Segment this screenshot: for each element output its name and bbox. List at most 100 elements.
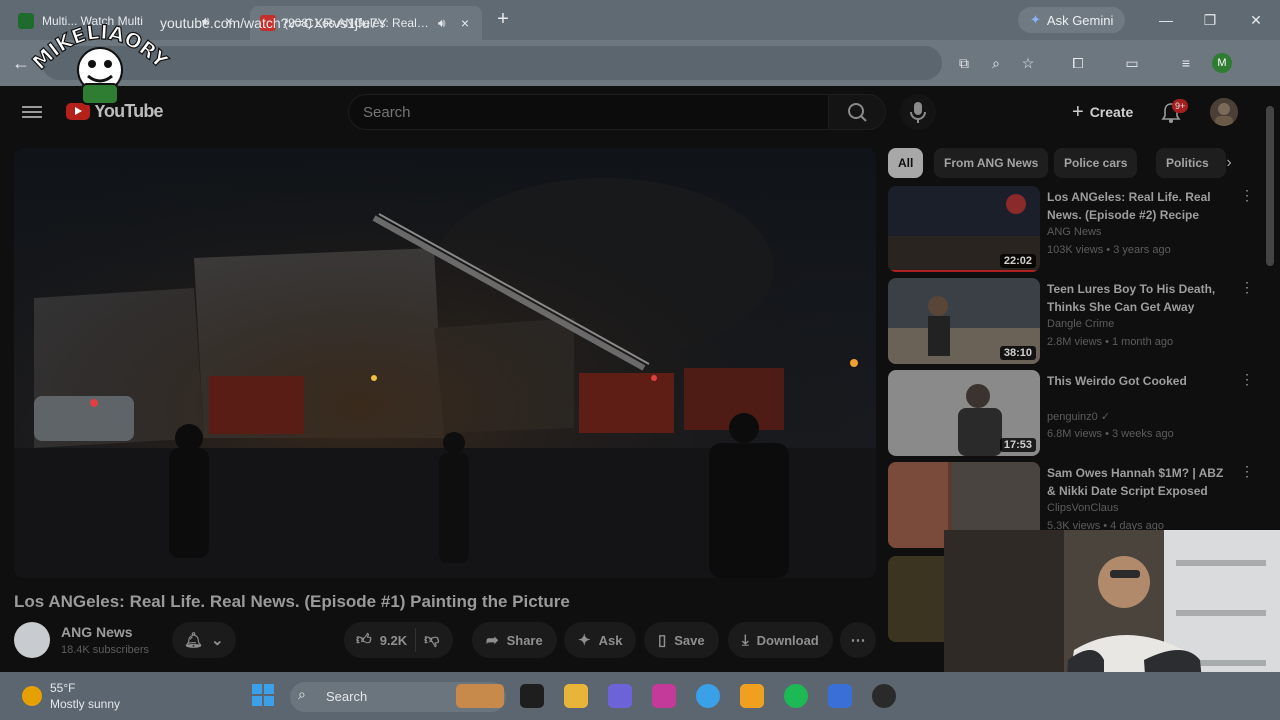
chevron-right-icon[interactable]: ›	[1220, 154, 1238, 172]
pinned-app-icon[interactable]	[828, 684, 852, 708]
video-thumbnail: 38:10	[888, 278, 1040, 364]
search-icon	[848, 103, 867, 122]
create-button[interactable]: + Create	[1062, 94, 1147, 130]
share-button[interactable]: ➦ Share	[472, 622, 557, 658]
extensions-puzzle-icon[interactable]: ⧠	[1068, 53, 1088, 73]
recommendation-channel[interactable]: penguinz0 ✓	[1047, 410, 1110, 423]
download-button[interactable]: ⤓ Download	[728, 622, 833, 658]
chip-all[interactable]: All	[888, 148, 924, 178]
like-count: 9.2K	[379, 632, 408, 648]
ask-gemini-button[interactable]: ✦ Ask Gemini	[1018, 7, 1126, 33]
page-scrollbar[interactable]	[1266, 106, 1274, 266]
ask-gemini-label: Ask Gemini	[1046, 12, 1114, 28]
copilot-icon[interactable]	[608, 684, 632, 708]
more-horizontal-icon: ⋯	[850, 632, 866, 649]
voice-search-button[interactable]	[900, 94, 936, 130]
save-label: Save	[674, 632, 705, 648]
bell-icon: 🔔︎	[184, 632, 204, 649]
cast-icon[interactable]: ▭	[1122, 53, 1142, 73]
search-input[interactable]	[349, 95, 828, 129]
ask-button[interactable]: ✦ Ask	[564, 622, 637, 658]
recommendation-channel[interactable]: ClipsVonClaus	[1047, 502, 1119, 514]
weather-sun-icon[interactable]	[22, 686, 42, 706]
notification-count-badge: 9+	[1172, 99, 1189, 113]
close-tab-icon[interactable]: ×	[458, 15, 472, 31]
share-label: Share	[506, 632, 543, 648]
video-title: Los ANGeles: Real Life. Real News. (Epis…	[14, 592, 570, 611]
bookmark-star-icon[interactable]: ☆	[1018, 53, 1038, 73]
streamer-logo-overlay: MIKELIAORY	[30, 19, 172, 105]
chrome-icon[interactable]	[696, 684, 720, 708]
video-player[interactable]	[14, 148, 876, 578]
sparkle-icon: ✦	[578, 632, 591, 649]
browser-toolbar: ←	[0, 40, 1280, 86]
thumbs-down-icon[interactable]: 👎︎	[424, 631, 453, 649]
duration-badge: 38:10	[999, 346, 1036, 360]
taskbar-search-label: Search	[326, 689, 368, 704]
chip-police-cars[interactable]: Police cars	[1054, 148, 1138, 178]
close-window-button[interactable]: ✕	[1246, 10, 1266, 30]
pinned-app-icon[interactable]	[652, 684, 676, 708]
profile-avatar[interactable]: M	[1212, 53, 1232, 73]
pinned-app-icon[interactable]	[740, 684, 764, 708]
url-text[interactable]: youtube.com/watch?v=CXRvs1jfu7Y	[160, 15, 387, 31]
recommendation-item[interactable]: 38:10 Teen Lures Boy To His Death, Think…	[888, 278, 1258, 364]
audio-icon[interactable]: 🔊︎	[438, 16, 452, 31]
subscriber-count: 18.4K subscribers	[61, 644, 150, 656]
microphone-icon	[910, 102, 926, 123]
windows-start-icon[interactable]	[252, 684, 274, 706]
subscription-bell-button[interactable]: 🔔︎ ⌄	[172, 622, 236, 658]
more-actions-button[interactable]: ⋯	[840, 622, 876, 658]
more-vertical-icon[interactable]: ⋮	[1240, 372, 1254, 386]
recommendation-meta: 2.8M views • 1 month ago	[1047, 336, 1174, 348]
more-vertical-icon[interactable]: ⋮	[1240, 280, 1254, 294]
media-controls-icon[interactable]: ≡	[1176, 53, 1196, 73]
share-arrow-icon: ➦	[486, 632, 499, 649]
save-button[interactable]: ▯ Save	[644, 622, 719, 658]
file-explorer-icon[interactable]	[564, 684, 588, 708]
chevron-down-icon: ⌄	[211, 632, 224, 649]
windows-taskbar	[0, 672, 1280, 720]
recommendation-item[interactable]: 22:02 Los ANGeles: Real Life. Real News.…	[888, 186, 1258, 272]
search-field-container	[348, 94, 828, 130]
video-thumbnail: 17:53	[888, 370, 1040, 456]
like-button[interactable]: 👍︎ 9.2K	[356, 631, 407, 649]
video-frame-fire-scene	[14, 148, 876, 578]
channel-name[interactable]: ANG News	[61, 624, 133, 640]
zoom-icon[interactable]: ⌕	[986, 53, 1006, 73]
search-button[interactable]	[828, 94, 886, 130]
recommendation-title[interactable]: Sam Owes Hannah $1M? | ABZ & Nikki Date …	[1047, 464, 1227, 500]
weather-temperature[interactable]: 55°F	[50, 681, 75, 695]
spotify-icon[interactable]	[784, 684, 808, 708]
recommendation-title[interactable]: This Weirdo Got Cooked	[1047, 372, 1227, 390]
create-label: Create	[1089, 104, 1134, 120]
search-highlight-image	[456, 684, 504, 708]
channel-avatar[interactable]	[14, 622, 50, 658]
minimize-window-button[interactable]: —	[1156, 10, 1176, 30]
new-tab-button[interactable]: +	[494, 9, 512, 31]
chip-from-ang-news[interactable]: From ANG News	[934, 148, 1049, 178]
duration-badge: 22:02	[999, 254, 1036, 268]
task-view-icon[interactable]	[520, 684, 544, 708]
pinned-app-icon[interactable]	[872, 684, 896, 708]
back-arrow-icon[interactable]: ←	[12, 53, 32, 73]
screen: Multi... Watch Multi 🔊︎ × (208) Los ANGe…	[0, 0, 1280, 720]
recommendation-title[interactable]: Teen Lures Boy To His Death, Thinks She …	[1047, 280, 1227, 316]
restore-window-button[interactable]: ❐	[1200, 10, 1220, 30]
more-vertical-icon[interactable]: ⋮	[1240, 188, 1254, 202]
recommendation-channel[interactable]: ANG News	[1047, 226, 1101, 238]
weather-description[interactable]: Mostly sunny	[50, 697, 120, 711]
recommendation-item[interactable]: 17:53 This Weirdo Got Cooked penguinz0 ✓…	[888, 370, 1258, 456]
recommendation-title[interactable]: Los ANGeles: Real Life. Real News. (Epis…	[1047, 188, 1227, 224]
gemini-sparkle-icon: ✦	[1030, 12, 1041, 27]
divider	[415, 628, 417, 652]
account-avatar[interactable]	[1210, 98, 1238, 126]
avatar-image	[1210, 98, 1238, 126]
video-thumbnail: 22:02	[888, 186, 1040, 272]
more-vertical-icon[interactable]: ⋮	[1240, 464, 1254, 478]
chip-politics[interactable]: Politics	[1156, 148, 1226, 178]
address-bar[interactable]	[42, 46, 942, 80]
install-app-icon[interactable]: ⧉	[954, 53, 974, 73]
like-dislike-group: 👍︎ 9.2K 👎︎	[344, 622, 454, 658]
recommendation-channel[interactable]: Dangle Crime	[1047, 318, 1114, 330]
